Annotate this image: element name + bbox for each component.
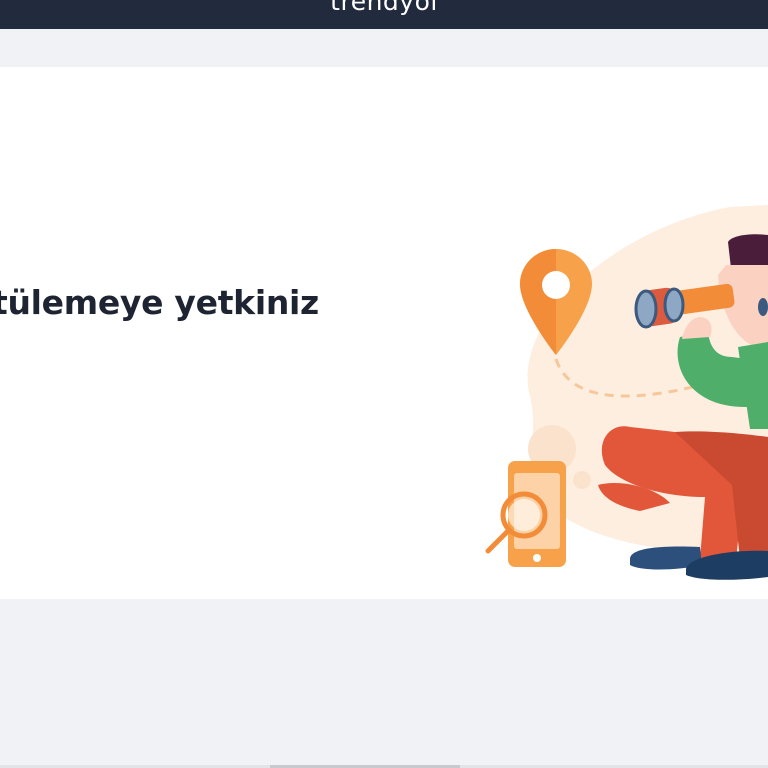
phone-search-icon	[485, 461, 566, 567]
unauthorized-message: tülemeye yetkiniz	[0, 283, 319, 322]
error-card: tülemeye yetkiniz	[0, 67, 768, 599]
top-header: trendyol	[0, 0, 768, 29]
trendyol-logo[interactable]: trendyol	[0, 0, 768, 16]
person-with-binoculars-illustration	[485, 205, 768, 580]
background-dot	[573, 471, 591, 489]
